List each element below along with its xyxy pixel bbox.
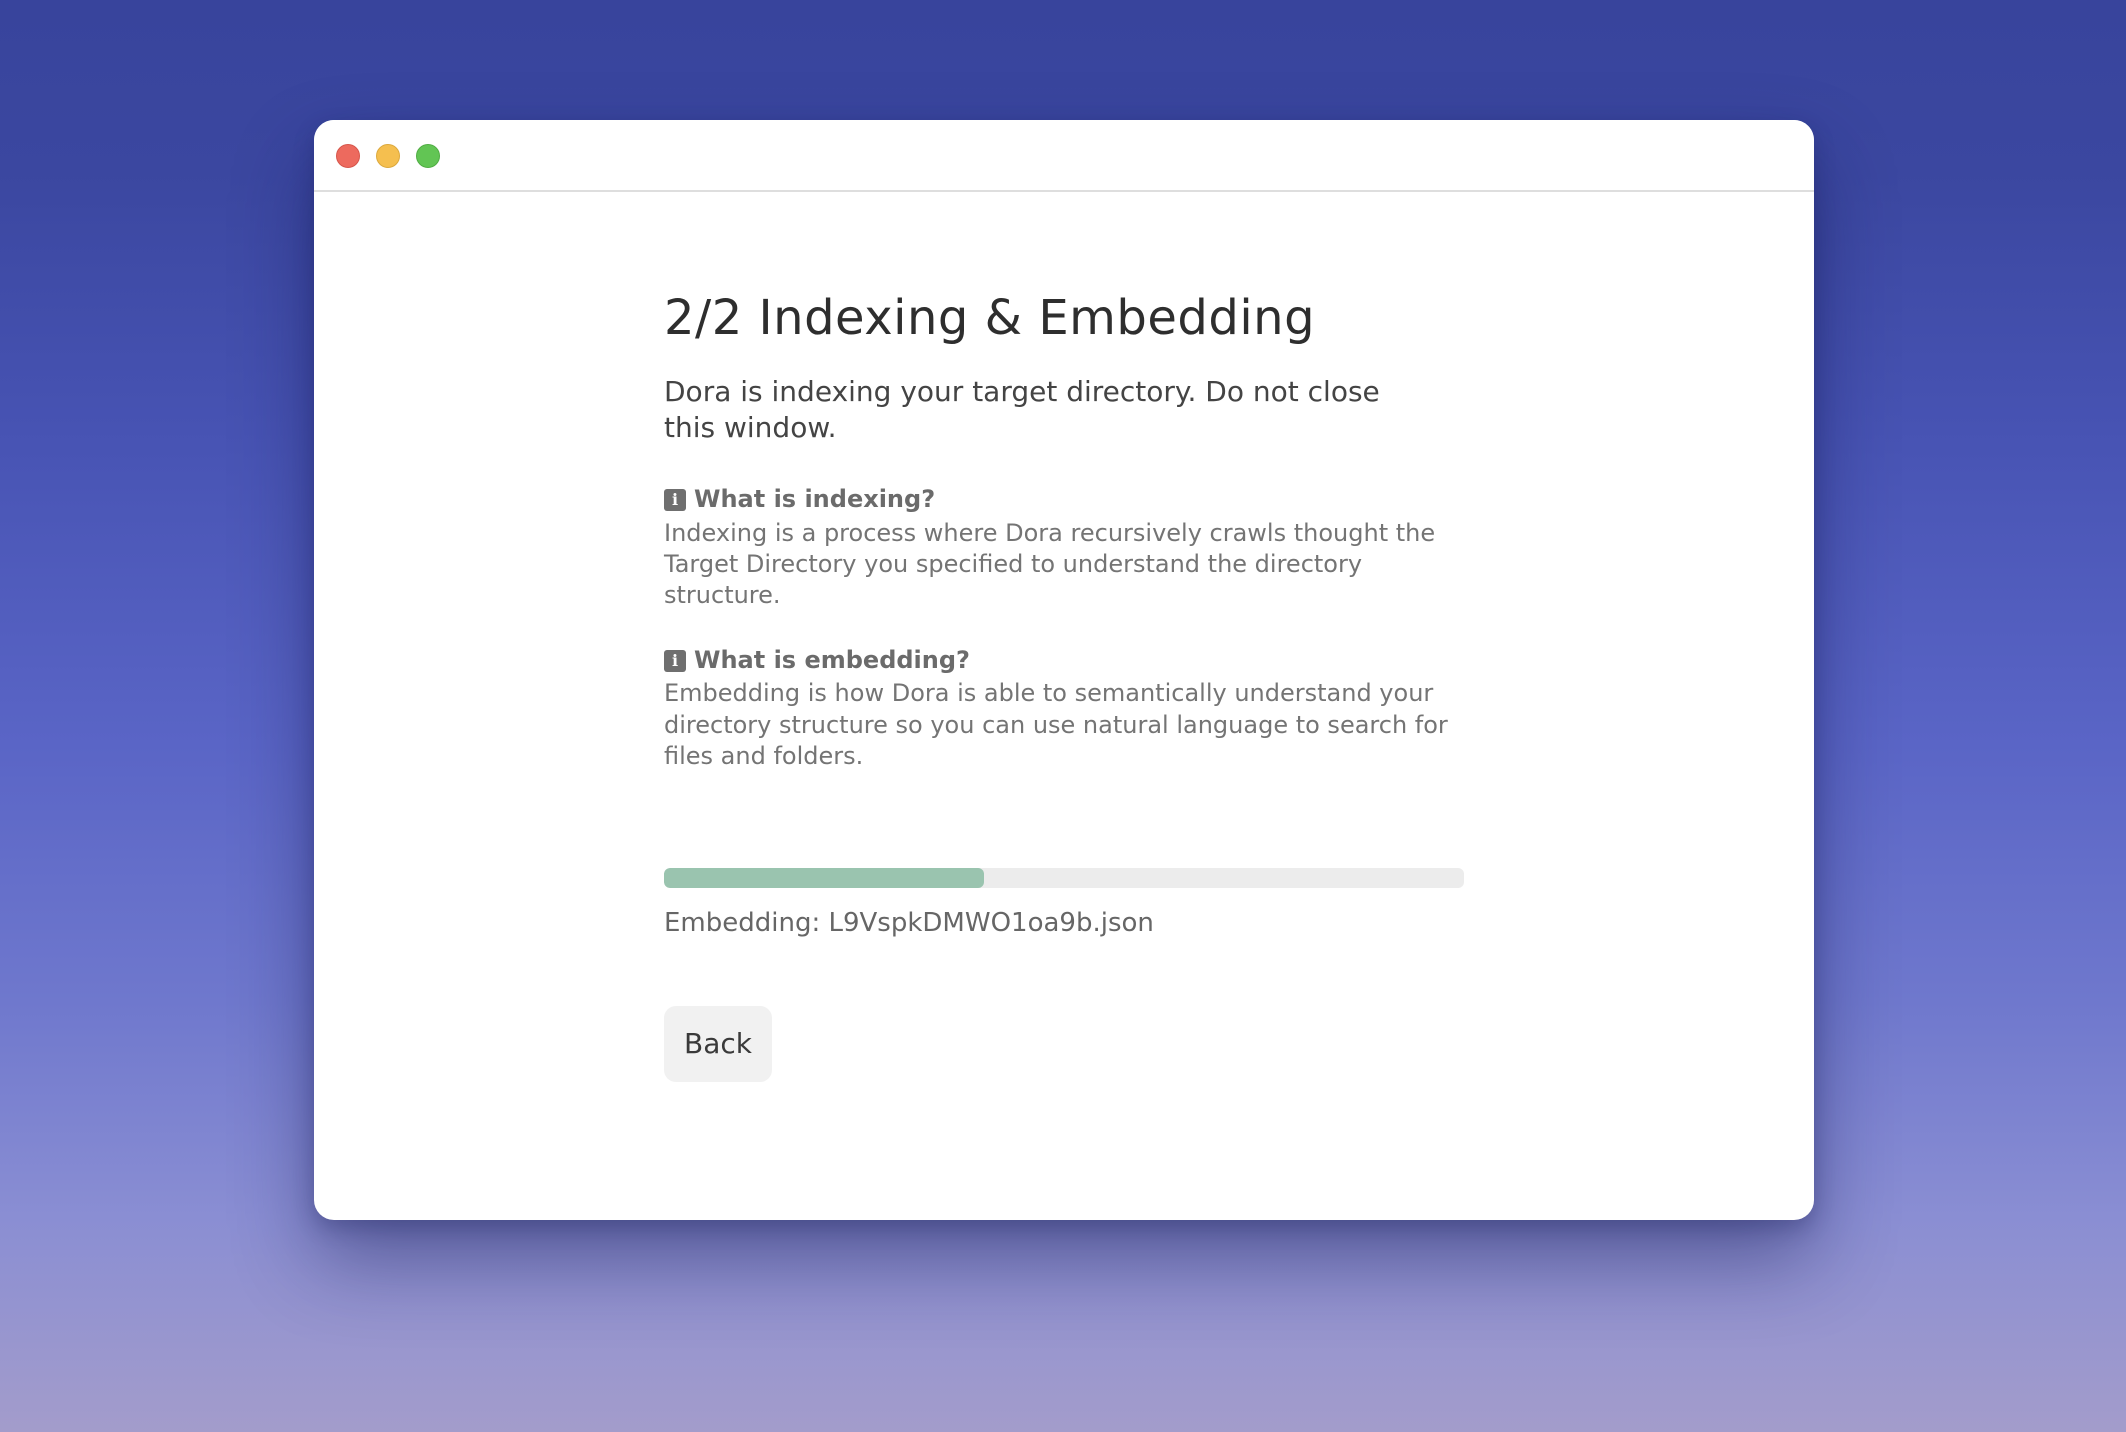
back-button[interactable]: Back bbox=[664, 1005, 772, 1082]
close-window-button[interactable] bbox=[336, 144, 360, 168]
faq-indexing-question: What is indexing? bbox=[694, 485, 936, 514]
desktop-background: { "window": { "controls": { "close": "cl… bbox=[0, 0, 2126, 1432]
info-icon: i bbox=[664, 649, 686, 672]
maximize-window-button[interactable] bbox=[416, 144, 440, 168]
embedding-progress-bar bbox=[664, 867, 1464, 888]
page-subtitle: Dora is indexing your target directory. … bbox=[664, 374, 1380, 444]
faq-embedding-question: What is embedding? bbox=[694, 646, 970, 675]
indexing-content: 2/2 Indexing & Embedding Dora is indexin… bbox=[664, 290, 1464, 1082]
embedding-status-text: Embedding: L9VspkDMWO1oa9b.json bbox=[664, 907, 1154, 938]
window-titlebar[interactable] bbox=[314, 120, 1814, 192]
page-title: 2/2 Indexing & Embedding bbox=[664, 290, 1316, 346]
faq-embedding-heading: i What is embedding? bbox=[664, 645, 1464, 676]
faq-indexing-heading: i What is indexing? bbox=[664, 484, 1464, 515]
embedding-progress-fill bbox=[664, 867, 984, 888]
info-icon: i bbox=[664, 488, 686, 511]
faq-embedding: i What is embedding? Embedding is how Do… bbox=[664, 645, 1464, 772]
faq-indexing: i What is indexing? Indexing is a proces… bbox=[664, 484, 1464, 611]
minimize-window-button[interactable] bbox=[376, 144, 400, 168]
app-window: 2/2 Indexing & Embedding Dora is indexin… bbox=[314, 120, 1814, 1220]
faq-indexing-answer: Indexing is a process where Dora recursi… bbox=[664, 518, 1436, 609]
faq-embedding-answer: Embedding is how Dora is able to semanti… bbox=[664, 679, 1448, 770]
